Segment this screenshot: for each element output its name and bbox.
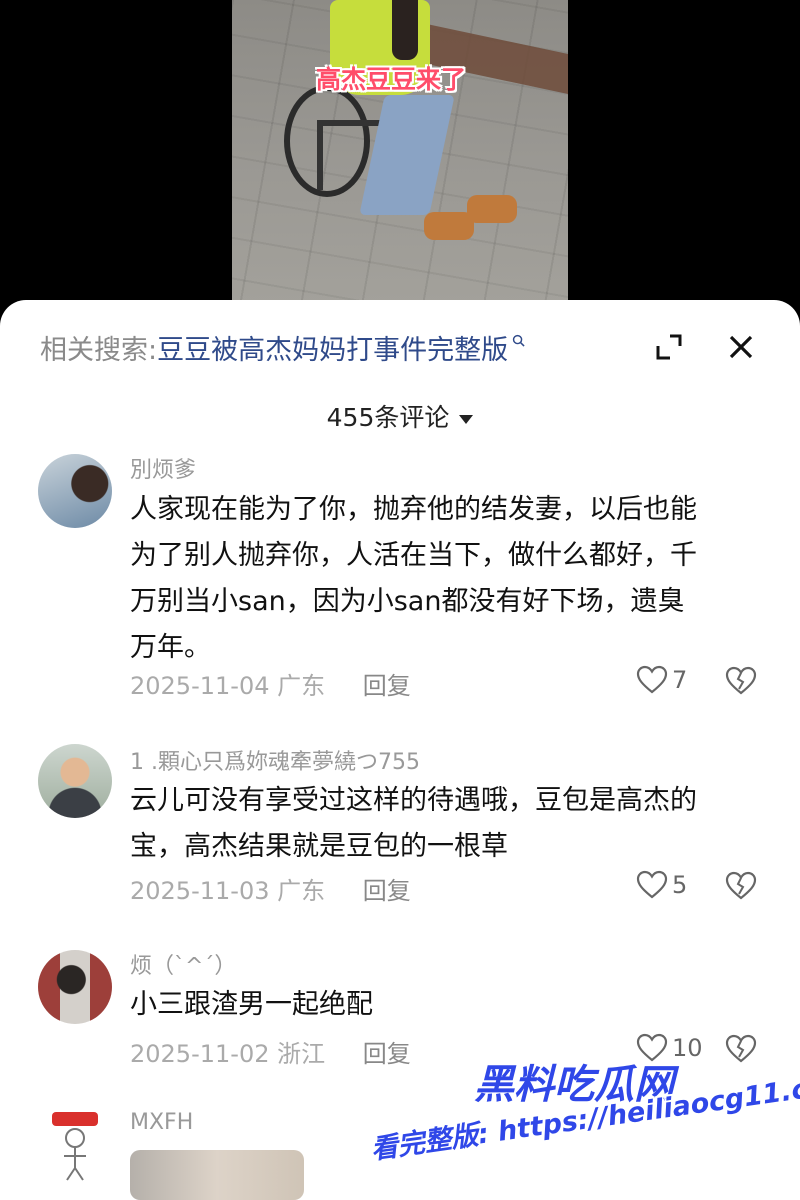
related-search-label: 相关搜索:: [40, 335, 158, 366]
comment-line: 小三跟渣男一起绝配: [130, 989, 373, 1020]
close-icon[interactable]: [724, 330, 758, 364]
like-count: 7: [672, 666, 688, 694]
reply-button[interactable]: 回复: [363, 1040, 411, 1068]
related-search[interactable]: 相关搜索:豆豆被高杰妈妈打事件完整版: [40, 328, 525, 367]
video-caption: 高杰豆豆来了: [316, 65, 467, 94]
comment-date: 2025-11-04: [130, 672, 270, 700]
like-count: 5: [672, 871, 688, 899]
reply-button[interactable]: 回复: [363, 877, 411, 905]
comment-line: 宝，高杰结果就是豆包的一根草: [130, 831, 508, 862]
comment-meta: 2025-11-04 广东 回复: [130, 666, 411, 701]
search-icon[interactable]: [512, 334, 525, 347]
avatar[interactable]: [38, 744, 112, 818]
heart-icon: [636, 665, 668, 694]
comment-username[interactable]: 1 .顆心只爲妳魂牽夢繞つ755: [130, 744, 420, 776]
comment-count-label: 455条评论: [326, 403, 450, 432]
reply-button[interactable]: 回复: [363, 672, 411, 700]
comment-username[interactable]: 別烦爹: [130, 452, 196, 484]
comment-line: 云儿可没有享受过这样的待遇哦，豆包是高杰的: [130, 785, 697, 816]
avatar[interactable]: [38, 454, 112, 528]
like-button[interactable]: 5: [636, 869, 736, 903]
avatar[interactable]: [38, 950, 112, 1024]
broken-heart-icon[interactable]: [724, 664, 758, 698]
comment-text: 小三跟渣男一起绝配: [130, 982, 770, 1028]
video-person-jeans: [359, 95, 455, 215]
comment-date: 2025-11-03: [130, 877, 270, 905]
comment-line: 万别当小san，因为小san都没有好下场，遗臭: [130, 586, 685, 617]
comment-meta: 2025-11-03 广东 回复: [130, 871, 411, 906]
video-shoe: [467, 195, 517, 223]
like-button[interactable]: 7: [636, 664, 736, 698]
comment-image[interactable]: [130, 1150, 304, 1200]
expand-icon[interactable]: [652, 330, 686, 364]
comment-username[interactable]: MXFH: [130, 1110, 193, 1135]
comment-count[interactable]: 455条评论: [0, 398, 800, 434]
comment-text: 云儿可没有享受过这样的待遇哦，豆包是高杰的 宝，高杰结果就是豆包的一根草: [130, 778, 770, 870]
caret-down-icon: [459, 414, 474, 424]
broken-heart-icon[interactable]: [724, 869, 758, 903]
comment-line: 为了别人抛弃你，人活在当下，做什么都好，千: [130, 540, 697, 571]
comment-location: 广东: [277, 672, 326, 700]
broken-heart-icon[interactable]: [724, 1032, 758, 1066]
like-count: 10: [672, 1034, 703, 1062]
avatar[interactable]: [38, 1108, 112, 1182]
comment-username[interactable]: 烦（ˋ^ˊ）: [130, 948, 236, 980]
comment-date: 2025-11-02: [130, 1040, 270, 1068]
related-search-query[interactable]: 豆豆被高杰妈妈打事件完整版: [157, 335, 508, 366]
comment-location: 浙江: [277, 1040, 326, 1068]
comment-text: 人家现在能为了你，抛弃他的结发妻，以后也能 为了别人抛弃你，人活在当下，做什么都…: [130, 487, 770, 671]
comment-line: 人家现在能为了你，抛弃他的结发妻，以后也能: [130, 494, 697, 525]
video-person-hair: [392, 0, 418, 60]
comment-meta: 2025-11-02 浙江 回复: [130, 1034, 411, 1069]
heart-icon: [636, 870, 668, 899]
comment-location: 广东: [277, 877, 326, 905]
video-player[interactable]: 高杰豆豆来了: [232, 0, 568, 320]
video-shoe: [424, 212, 474, 240]
